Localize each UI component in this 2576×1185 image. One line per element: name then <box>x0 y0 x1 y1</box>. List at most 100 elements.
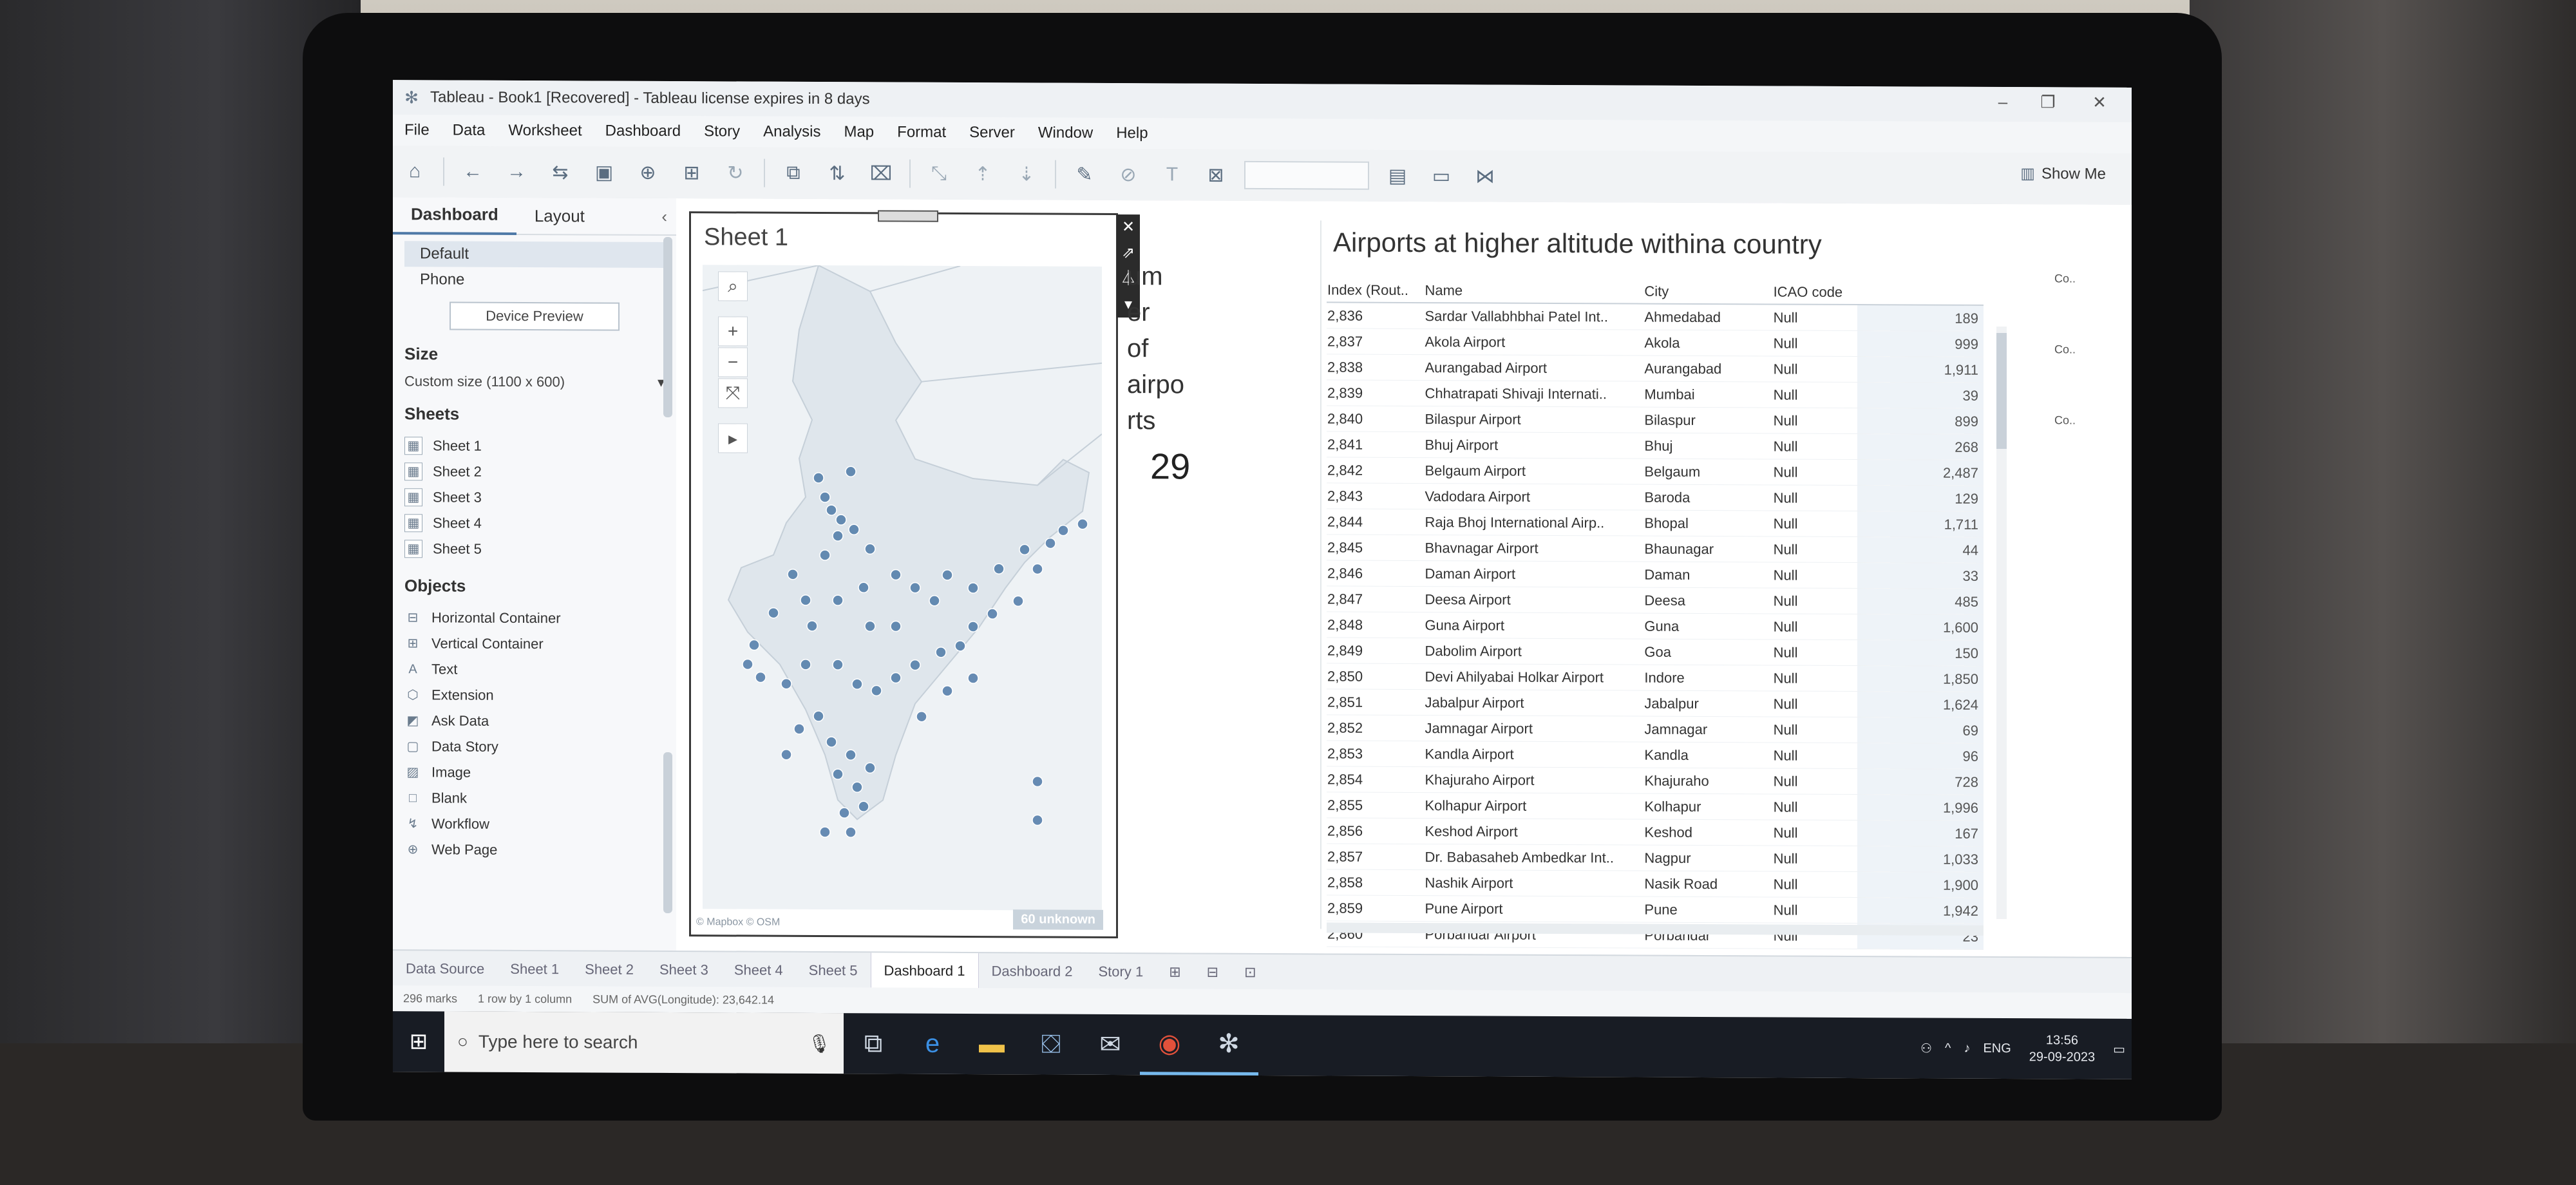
home-icon[interactable]: ⌂ <box>397 153 433 189</box>
table-row[interactable]: 2,857 Dr. Babasaheb Ambedkar Int.. Nagpur N… <box>1327 843 1984 873</box>
table-row[interactable]: 2,841 Bhuj Airport Bhuj Null 268 <box>1327 431 1984 460</box>
share-icon[interactable]: ⋈ <box>1467 158 1503 194</box>
airport-marker[interactable] <box>848 524 860 535</box>
remove-zone-icon[interactable]: ✕ <box>1122 214 1135 240</box>
new-dashboard-icon[interactable]: ⊟ <box>1194 964 1231 981</box>
airport-marker[interactable] <box>942 685 953 697</box>
object-text[interactable]: A Text <box>404 656 665 683</box>
object-ask-data[interactable]: ◩ Ask Data <box>404 708 665 735</box>
tab-sheet-2[interactable]: Sheet 2 <box>572 961 647 978</box>
table-row[interactable]: 2,850 Devi Ahilyabai Holkar Airport Indore… <box>1327 663 1984 692</box>
airport-marker[interactable] <box>871 685 882 697</box>
airport-marker[interactable] <box>942 569 953 581</box>
airport-marker[interactable] <box>890 672 902 684</box>
airport-marker[interactable] <box>858 801 869 813</box>
expand-toolbar-icon[interactable]: ▸ <box>718 423 748 453</box>
column-header[interactable]: ICAO code <box>1772 280 1858 305</box>
windows-start-icon[interactable]: ⊞ <box>393 1011 444 1072</box>
airport-marker[interactable] <box>967 582 979 594</box>
object-blank[interactable]: □ Blank <box>404 785 665 812</box>
airport-marker[interactable] <box>832 768 844 780</box>
airport-marker[interactable] <box>800 659 811 670</box>
object-vertical-container[interactable]: ⊞ Vertical Container <box>404 630 665 658</box>
search-icon[interactable]: ⌕ <box>718 271 748 301</box>
tab-sheet-3[interactable]: Sheet 3 <box>647 962 721 979</box>
tab-sheet-1[interactable]: Sheet 1 <box>497 961 572 978</box>
save-icon[interactable]: ▣ <box>586 154 622 190</box>
airport-marker[interactable] <box>819 549 831 561</box>
notifications-icon[interactable]: ▭ <box>2107 1041 2132 1057</box>
object-extension[interactable]: ⬡ Extension <box>404 682 665 709</box>
airport-marker[interactable] <box>832 659 844 670</box>
new-data-source-icon[interactable]: ⊕ <box>630 155 666 191</box>
airport-marker[interactable] <box>864 762 876 774</box>
chevron-up-icon[interactable]: ^ <box>1938 1041 1957 1056</box>
size-dropdown[interactable]: Custom size (1100 x 600) ▾ <box>404 373 665 391</box>
table-row[interactable]: 2,858 Nashik Airport Nasik Road Null 1,900 <box>1327 869 1984 898</box>
airport-marker[interactable] <box>845 466 857 477</box>
airport-marker[interactable] <box>858 582 869 594</box>
tab-story-1[interactable]: Story 1 <box>1085 963 1156 980</box>
new-worksheet-icon[interactable]: ⊞ <box>1156 963 1193 980</box>
airport-marker[interactable] <box>826 504 837 516</box>
tab-dashboard[interactable]: Dashboard <box>393 196 516 235</box>
airport-marker[interactable] <box>851 781 863 793</box>
clock[interactable]: 13:56 29-09-2023 <box>2018 1032 2107 1066</box>
language-indicator[interactable]: ENG <box>1976 1041 2017 1056</box>
menu-server[interactable]: Server <box>958 124 1027 142</box>
refresh-icon[interactable]: ↻ <box>717 155 753 191</box>
airport-marker[interactable] <box>967 621 979 632</box>
airport-marker[interactable] <box>909 582 921 594</box>
menu-window[interactable]: Window <box>1027 124 1104 142</box>
airport-marker[interactable] <box>748 639 760 651</box>
airport-marker[interactable] <box>1077 518 1088 530</box>
table-row[interactable]: 2,856 Keshod Airport Keshod Null 167 <box>1327 817 1984 847</box>
airport-marker[interactable] <box>768 607 779 619</box>
chrome-icon[interactable]: ◉ <box>1140 1014 1199 1076</box>
menu-data[interactable]: Data <box>441 121 497 139</box>
people-icon[interactable]: ⚇ <box>1914 1040 1938 1056</box>
airport-marker[interactable] <box>826 736 837 748</box>
scroll-thumb[interactable] <box>1996 332 2007 450</box>
column-header[interactable]: Name <box>1424 279 1644 304</box>
airport-marker[interactable] <box>1032 563 1043 575</box>
tableau-app-icon[interactable]: ✻ <box>1199 1014 1258 1076</box>
airport-marker[interactable] <box>909 659 921 671</box>
labels-icon[interactable]: T <box>1154 156 1190 193</box>
highlight-icon[interactable]: ✎ <box>1066 156 1103 193</box>
zone-drag-handle[interactable] <box>878 210 938 222</box>
airport-marker[interactable] <box>755 671 766 683</box>
clear-filters-icon[interactable]: ⊠ <box>1198 157 1234 193</box>
object-horizontal-container[interactable]: ⊟ Horizontal Container <box>404 605 665 632</box>
device-phone[interactable]: Phone <box>404 267 665 294</box>
airport-marker[interactable] <box>916 710 927 723</box>
menu-help[interactable]: Help <box>1104 124 1159 142</box>
object-data-story[interactable]: ▢ Data Story <box>404 734 665 761</box>
tab-dashboard-1[interactable]: Dashboard 1 <box>870 953 979 990</box>
replace-data-icon[interactable]: ⇆ <box>542 154 578 190</box>
zoom-out-icon[interactable]: − <box>718 347 748 377</box>
sheet-item-1[interactable]: ▦ Sheet 1 <box>404 433 665 460</box>
airport-marker[interactable] <box>967 672 979 684</box>
table-row[interactable]: 2,839 Chhatrapati Shivaji Internati.. Mumb… <box>1327 379 1984 409</box>
airport-marker[interactable] <box>890 620 902 632</box>
new-story-icon[interactable]: ⊡ <box>1231 964 1269 981</box>
airport-marker[interactable] <box>793 723 805 735</box>
sheet-item-5[interactable]: ▦ Sheet 5 <box>404 536 665 563</box>
new-worksheet-icon[interactable]: ⊞ <box>674 155 710 191</box>
menu-format[interactable]: Format <box>886 123 958 141</box>
sheet-item-4[interactable]: ▦ Sheet 4 <box>404 510 665 537</box>
sheet-item-2[interactable]: ▦ Sheet 2 <box>404 459 665 486</box>
column-header[interactable] <box>1857 281 1984 305</box>
table-row[interactable]: 2,854 Khajuraho Airport Khajuraho Null 728 <box>1327 766 1984 795</box>
microphone-icon[interactable]: 🎙 <box>808 1032 831 1054</box>
table-row[interactable]: 2,846 Daman Airport Daman Null 33 <box>1327 560 1984 589</box>
sheet-item-3[interactable]: ▦ Sheet 3 <box>404 484 665 511</box>
undo-icon[interactable]: ← <box>455 154 491 190</box>
table-row[interactable]: 2,843 Vadodara Airport Baroda Null 129 <box>1327 482 1984 512</box>
redo-icon[interactable]: → <box>498 154 535 190</box>
table-row[interactable]: 2,840 Bilaspur Airport Bilaspur Null 899 <box>1327 405 1984 435</box>
airport-marker[interactable] <box>838 807 850 819</box>
airport-marker[interactable] <box>954 640 966 652</box>
edge-browser-icon[interactable]: e <box>903 1014 962 1074</box>
